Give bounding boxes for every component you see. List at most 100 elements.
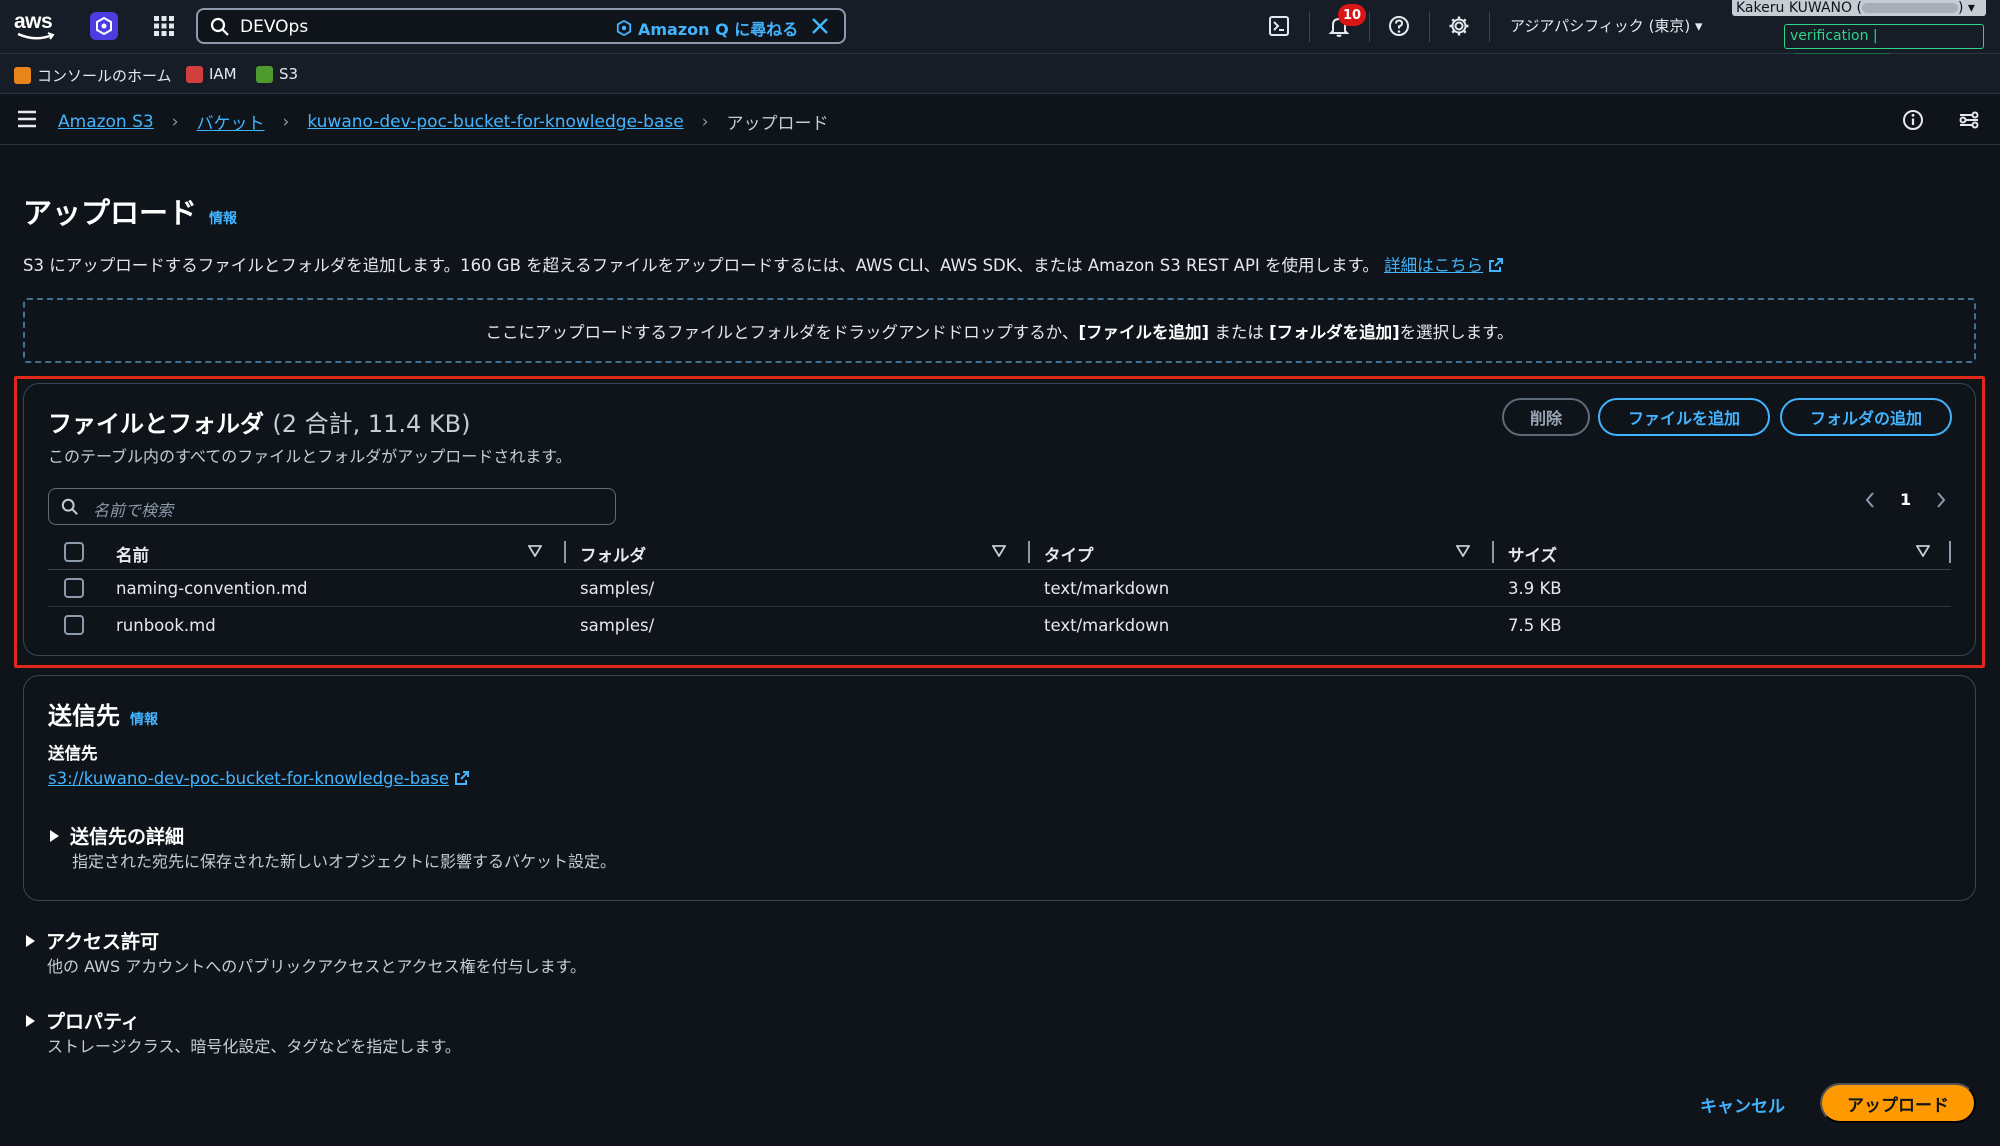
external-link-icon xyxy=(1489,258,1504,272)
breadcrumb: Amazon S3 › バケット › kuwano-dev-poc-bucket… xyxy=(58,109,829,135)
nav-divider xyxy=(1309,12,1310,42)
close-icon[interactable] xyxy=(810,16,830,36)
breadcrumb-bucket-name[interactable]: kuwano-dev-poc-bucket-for-knowledge-base xyxy=(307,112,683,132)
destination-panel: 送信先 情報 送信先 s3://kuwano-dev-poc-bucket-fo… xyxy=(23,675,1976,901)
favorite-console-home[interactable]: コンソールのホーム xyxy=(14,65,172,86)
cell-folder: samples/ xyxy=(580,616,655,635)
cell-name: naming-convention.md xyxy=(116,579,308,598)
row-checkbox[interactable] xyxy=(64,615,84,635)
cell-folder: samples/ xyxy=(580,579,655,598)
column-resizer[interactable] xyxy=(1028,541,1030,563)
chevron-right-icon[interactable] xyxy=(1935,491,1947,509)
console-home-icon xyxy=(14,67,31,84)
upload-button[interactable]: アップロード xyxy=(1820,1083,1976,1123)
table-search-input[interactable]: 名前で検索 xyxy=(48,488,616,525)
permissions-expander[interactable]: アクセス許可 xyxy=(24,927,159,954)
account-environment-badge: verification | xyxy=(1784,24,1984,65)
files-panel-title: ファイルとフォルダ (2 合計, 11.4 KB) xyxy=(48,410,471,438)
aws-logo[interactable]: aws xyxy=(14,10,58,44)
breadcrumb-buckets[interactable]: バケット xyxy=(197,109,265,134)
column-header-folder[interactable]: フォルダ xyxy=(580,542,646,566)
column-resizer[interactable] xyxy=(1949,541,1951,563)
column-header-type[interactable]: タイプ xyxy=(1044,542,1094,566)
nav-divider xyxy=(1429,12,1430,42)
external-link-icon xyxy=(455,771,470,785)
file-dropzone[interactable]: ここにアップロードするファイルとフォルダをドラッグアンドドロップするか、 [ファイ… xyxy=(23,298,1976,363)
apps-grid-icon[interactable] xyxy=(152,14,176,38)
sort-down-icon[interactable] xyxy=(1916,545,1930,557)
files-count: (2 合計, 11.4 KB) xyxy=(272,410,471,438)
sort-down-icon[interactable] xyxy=(528,545,542,557)
table-row[interactable]: naming-convention.md samples/ text/markd… xyxy=(48,570,1951,607)
delete-button[interactable]: 削除 xyxy=(1502,398,1590,436)
page-number[interactable]: 1 xyxy=(1900,490,1911,509)
search-value: DEVOps xyxy=(240,17,309,37)
favorite-iam[interactable]: IAM xyxy=(186,65,237,83)
properties-description: ストレージクラス、暗号化設定、タグなどを指定します。 xyxy=(47,1037,461,1056)
destination-details-expander[interactable]: 送信先の詳細 xyxy=(48,822,184,849)
help-icon[interactable] xyxy=(1386,13,1412,39)
pagination: 1 xyxy=(1864,490,1947,509)
destination-info-link[interactable]: 情報 xyxy=(130,709,158,729)
amazon-q-icon[interactable] xyxy=(90,12,118,40)
region-selector[interactable]: アジアパシフィック (東京) ▾ xyxy=(1510,15,1703,36)
page-title: アップロード 情報 xyxy=(23,196,238,230)
column-header-name[interactable]: 名前 xyxy=(116,542,149,566)
cancel-button[interactable]: キャンセル xyxy=(1700,1092,1785,1117)
amazon-q-small-icon xyxy=(616,20,632,36)
nav-divider xyxy=(1489,12,1490,42)
chevron-right-icon: › xyxy=(282,111,290,132)
s3-icon xyxy=(256,65,273,83)
cell-size: 7.5 KB xyxy=(1508,616,1562,635)
ask-amazon-q-button[interactable]: Amazon Q に尋ねる xyxy=(616,16,798,40)
cloudshell-icon[interactable] xyxy=(1266,13,1292,39)
cell-size: 3.9 KB xyxy=(1508,579,1562,598)
table-row[interactable]: runbook.md samples/ text/markdown 7.5 KB xyxy=(48,607,1951,644)
column-header-size[interactable]: サイズ xyxy=(1508,542,1557,566)
properties-expander[interactable]: プロパティ xyxy=(24,1007,140,1034)
destination-label: 送信先 xyxy=(48,744,98,763)
caret-right-icon xyxy=(50,829,59,842)
cell-type: text/markdown xyxy=(1044,579,1170,598)
redacted-account-id xyxy=(1861,3,1958,13)
search-icon xyxy=(61,498,78,515)
cell-type: text/markdown xyxy=(1044,616,1170,635)
chevron-right-icon: › xyxy=(171,111,179,132)
info-icon[interactable] xyxy=(1902,109,1924,131)
sort-down-icon[interactable] xyxy=(1456,545,1470,557)
destination-link[interactable]: s3://kuwano-dev-poc-bucket-for-knowledge… xyxy=(48,769,449,788)
notification-badge: 10 xyxy=(1338,4,1367,26)
caret-right-icon xyxy=(26,934,35,947)
add-folder-button[interactable]: フォルダの追加 xyxy=(1780,398,1952,436)
files-panel-subtitle: このテーブル内のすべてのファイルとフォルダがアップロードされます。 xyxy=(48,447,572,466)
select-all-checkbox[interactable] xyxy=(64,542,84,562)
breadcrumb-amazon-s3[interactable]: Amazon S3 xyxy=(58,112,154,132)
add-files-button[interactable]: ファイルを追加 xyxy=(1598,398,1770,436)
cell-name: runbook.md xyxy=(116,616,216,635)
nav-divider xyxy=(1369,12,1370,42)
files-and-folders-panel: ファイルとフォルダ (2 合計, 11.4 KB) このテーブル内のすべてのファ… xyxy=(23,383,1976,656)
page-description: S3 にアップロードするファイルとフォルダを追加します。160 GB を超えるフ… xyxy=(23,252,1504,276)
column-resizer[interactable] xyxy=(1492,541,1494,563)
chevron-left-icon[interactable] xyxy=(1864,491,1876,509)
column-resizer[interactable] xyxy=(564,541,566,563)
gear-icon[interactable] xyxy=(1446,13,1472,39)
account-menu[interactable]: Kakeru KUWANO () ▾ xyxy=(1732,0,1986,16)
breadcrumb-bar: Amazon S3 › バケット › kuwano-dev-poc-bucket… xyxy=(0,95,2000,145)
caret-right-icon xyxy=(26,1014,35,1027)
destination-details-description: 指定された宛先に保存された新しいオブジェクトに影響するバケット設定。 xyxy=(72,852,617,871)
destination-link-wrap: s3://kuwano-dev-poc-bucket-for-knowledge… xyxy=(48,769,470,788)
hamburger-menu-icon[interactable] xyxy=(16,108,38,130)
aws-smile-icon xyxy=(17,32,55,40)
permissions-description: 他の AWS アカウントへのパブリックアクセスとアクセス権を付与します。 xyxy=(47,957,587,976)
iam-icon xyxy=(186,65,203,83)
learn-more-link[interactable]: 詳細はこちら xyxy=(1384,256,1483,275)
row-checkbox[interactable] xyxy=(64,578,84,598)
table-header: 名前 フォルダ タイプ サイズ xyxy=(48,534,1951,570)
page-info-link[interactable]: 情報 xyxy=(209,208,237,228)
destination-title: 送信先 情報 xyxy=(48,702,158,730)
favorite-s3[interactable]: S3 xyxy=(256,65,298,83)
global-search-input[interactable]: DEVOps Amazon Q に尋ねる xyxy=(196,8,846,44)
split-panel-icon[interactable] xyxy=(1958,109,1980,131)
sort-down-icon[interactable] xyxy=(992,545,1006,557)
